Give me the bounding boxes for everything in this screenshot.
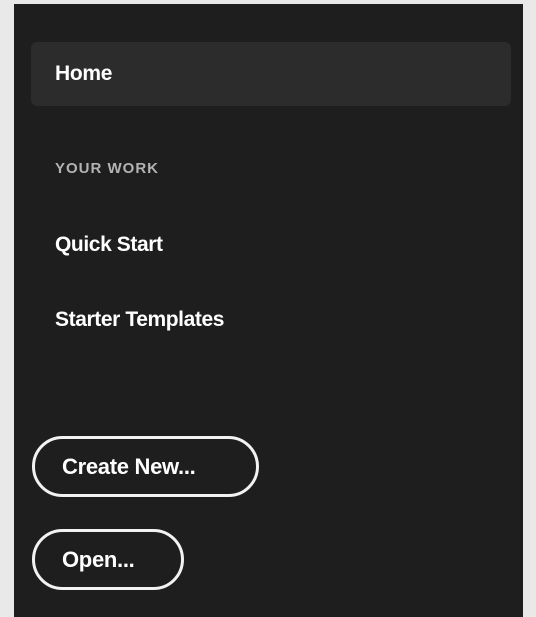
create-new-button-label: Create New... (62, 453, 196, 479)
sidebar-item-home[interactable]: Home (31, 42, 511, 106)
home-sidebar-panel: Home YOUR WORK Quick Start Starter Templ… (14, 4, 523, 617)
sidebar-item-home-label: Home (55, 62, 113, 85)
open-button[interactable]: Open... (32, 529, 184, 590)
open-button-label: Open... (62, 546, 135, 572)
section-label-your-work: YOUR WORK (55, 160, 159, 177)
sidebar-item-starter-templates[interactable]: Starter Templates (55, 306, 224, 334)
sidebar-item-quick-start[interactable]: Quick Start (55, 231, 163, 259)
create-new-button[interactable]: Create New... (32, 436, 259, 497)
